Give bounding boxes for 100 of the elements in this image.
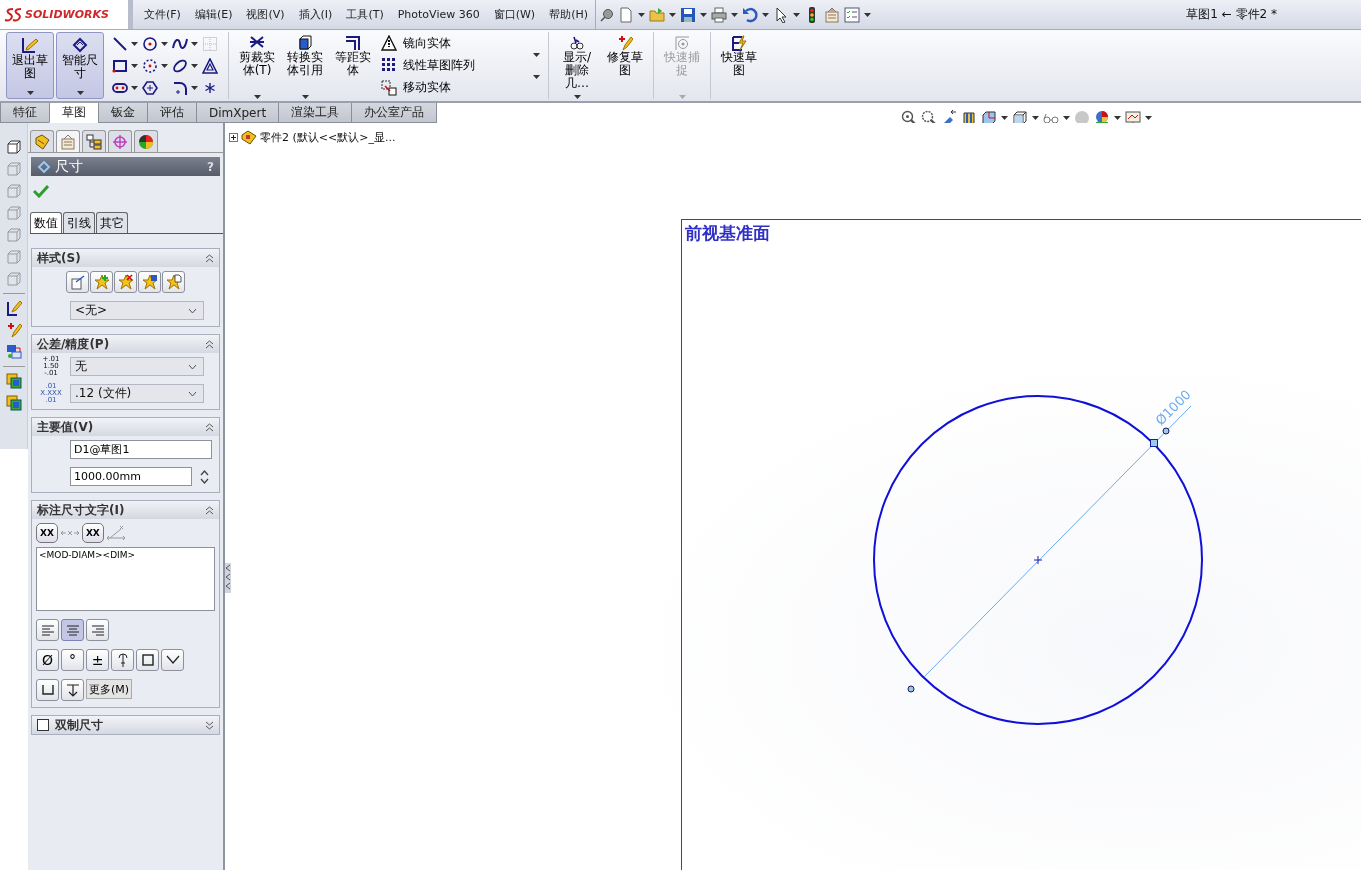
printer-icon[interactable] (711, 6, 728, 23)
triangle-icon[interactable] (202, 57, 218, 74)
arc-icon[interactable] (142, 57, 158, 74)
caret-icon[interactable] (161, 41, 168, 46)
options-icon[interactable] (824, 6, 841, 23)
caret-icon[interactable] (1063, 115, 1071, 120)
caret-icon[interactable] (700, 12, 708, 17)
menu-item[interactable]: 视图(V) (239, 7, 292, 22)
name-field[interactable]: D1@草图1 (70, 440, 212, 459)
caret-icon[interactable] (191, 63, 198, 68)
checkmark-icon[interactable] (33, 184, 49, 198)
align-left-button[interactable] (36, 619, 59, 641)
dropdown[interactable]: 无 (70, 357, 204, 376)
menu-item[interactable]: 帮助(H) (542, 7, 596, 22)
endpoint-handle[interactable] (1150, 439, 1158, 447)
caret-icon[interactable] (1114, 115, 1122, 120)
tree-item[interactable]: 零件2 (默认<<默认>_显... (260, 129, 396, 145)
tab[interactable]: 评估 (147, 103, 197, 123)
drag-point[interactable] (1162, 427, 1170, 435)
tab[interactable]: 钣金 (98, 103, 148, 123)
spin-arrows-icon[interactable] (200, 468, 209, 485)
checklist-icon[interactable] (844, 6, 861, 23)
caret-icon[interactable] (533, 52, 540, 57)
tab[interactable]: DimXpert (196, 103, 280, 123)
color-wheel-icon[interactable] (138, 133, 154, 150)
line-icon[interactable] (112, 35, 128, 52)
dropdown[interactable]: <无> (70, 301, 204, 320)
layers-icon[interactable] (5, 373, 22, 389)
crosshair-icon[interactable] (112, 133, 128, 150)
caret-icon[interactable] (1145, 115, 1153, 120)
command-button[interactable]: 移动实体 (381, 79, 475, 97)
section-header[interactable]: 双制尺寸 (32, 716, 219, 734)
property-icon[interactable] (60, 133, 76, 150)
section-header[interactable]: 公差/精度(P) (32, 335, 219, 353)
caret-icon[interactable] (793, 12, 801, 17)
text-area[interactable]: <MOD-DIAM><DIM> (36, 547, 215, 611)
command-button[interactable]: 等距实体 (329, 30, 377, 101)
caret-icon[interactable] (731, 12, 739, 17)
collapse-icon[interactable] (205, 339, 214, 349)
command-button[interactable]: 快速草图 (715, 30, 763, 101)
tab[interactable]: 引线 (63, 212, 95, 233)
align-center-button[interactable] (61, 619, 84, 641)
parentheses-button[interactable]: XX (81, 523, 104, 543)
collapse-icon[interactable] (205, 253, 214, 263)
tab[interactable]: 数值 (30, 212, 62, 233)
command-button[interactable]: 线性草图阵列 (381, 57, 475, 74)
feature-tree-icon[interactable] (34, 133, 50, 150)
monitor-icon[interactable] (1125, 109, 1142, 126)
undo-icon[interactable] (742, 6, 759, 23)
symbol-button[interactable]: Ø (36, 649, 59, 671)
checkbox[interactable] (37, 719, 49, 731)
pencil-plus-icon[interactable] (5, 322, 22, 338)
view-orientation-icon[interactable] (981, 109, 998, 126)
section-header[interactable]: 标注尺寸文字(I) (32, 501, 219, 519)
fillet-icon[interactable] (172, 79, 188, 96)
help-button[interactable]: ? (207, 159, 214, 174)
symbol-button[interactable] (136, 649, 159, 671)
color-scene-icon[interactable] (1094, 109, 1111, 126)
tab[interactable]: 特征 (0, 103, 50, 123)
configuration-icon[interactable] (86, 133, 102, 150)
caret-icon[interactable] (1032, 115, 1040, 120)
symbol-button[interactable] (111, 649, 134, 671)
caret-icon[interactable] (669, 12, 677, 17)
style-button[interactable] (114, 271, 137, 293)
menu-item[interactable]: 插入(I) (291, 7, 340, 22)
style-button[interactable] (162, 271, 185, 293)
tab[interactable]: 其它 (96, 212, 128, 233)
menu-item[interactable]: 文件(F) (137, 7, 188, 22)
caret-icon[interactable] (131, 63, 138, 68)
menu-item[interactable]: 编辑(E) (187, 7, 240, 22)
cube-outline-icon[interactable] (5, 139, 22, 155)
command-button[interactable]: 修复草图 (601, 30, 649, 101)
caret-icon[interactable] (161, 63, 168, 68)
expand-icon[interactable] (205, 720, 214, 730)
caret-icon[interactable] (131, 85, 138, 90)
display-style-icon[interactable] (1012, 109, 1029, 126)
align-right-button[interactable] (86, 619, 109, 641)
caret-icon[interactable] (131, 41, 138, 46)
collapse-icon[interactable] (205, 505, 214, 515)
parentheses-button[interactable]: XX (36, 523, 58, 543)
symbol-button[interactable]: ± (86, 649, 109, 671)
command-button[interactable]: 剪裁实体(T) (233, 30, 281, 101)
expand-box-icon[interactable] (229, 132, 238, 142)
dropdown[interactable]: .12 (文件) (70, 384, 204, 403)
style-button[interactable] (90, 271, 113, 293)
caret-icon[interactable] (533, 74, 540, 79)
caret-icon[interactable] (191, 41, 198, 46)
symbol-button[interactable] (161, 649, 184, 671)
move-icon[interactable] (5, 344, 22, 360)
command-button[interactable]: 镜向实体 (381, 34, 475, 52)
caret-icon[interactable] (864, 12, 872, 17)
command-button[interactable]: 智能尺寸 (56, 32, 104, 99)
command-button[interactable]: 转换实体引用 (281, 30, 329, 101)
collapse-icon[interactable] (205, 422, 214, 432)
ellipse-icon[interactable] (172, 57, 188, 74)
part-icon[interactable] (241, 129, 257, 145)
symbol-button[interactable] (36, 679, 59, 701)
sketch-pencil-icon[interactable] (5, 300, 22, 316)
section-header[interactable]: 主要值(V) (32, 418, 219, 436)
style-button[interactable] (66, 271, 89, 293)
